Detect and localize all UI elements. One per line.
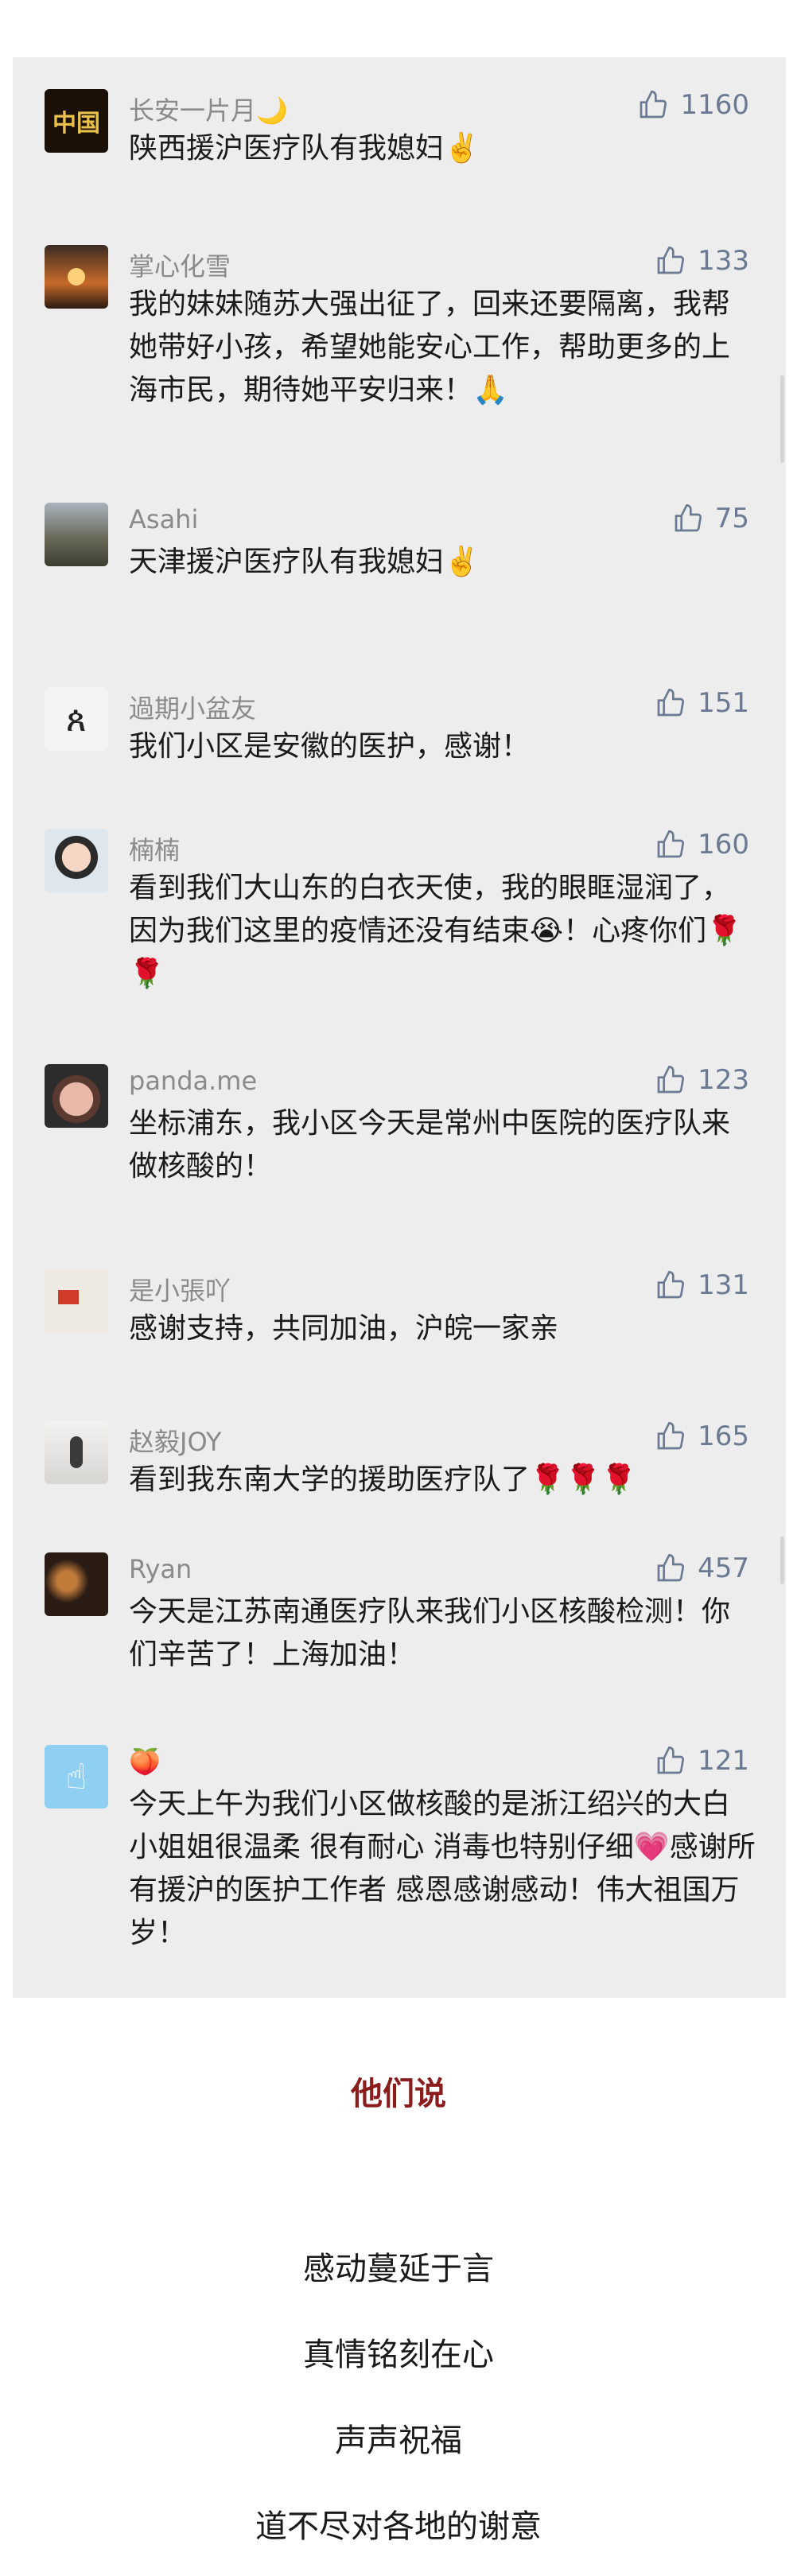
comment-username[interactable]: 赵毅JOY — [129, 1422, 221, 1459]
like-button[interactable]: 131 — [655, 1269, 749, 1301]
comment-text: 我们小区是安徽的医护，感谢！ — [129, 730, 531, 763]
comment-text: 看到我们大山东的白衣天使，我的眼眶湿润了，因为我们这里的疫情还没有结束😭！心疼你… — [129, 872, 742, 990]
like-count: 131 — [698, 1269, 749, 1301]
comment-text: 坐标浦东，我小区今天是常州中医院的医疗队来做核酸的！ — [129, 1107, 731, 1183]
comment-text: 今天是江苏南通医疗队来我们小区核酸检测！你们辛苦了！上海加油！ — [129, 1595, 731, 1671]
like-button[interactable]: 121 — [655, 1745, 749, 1777]
comment-username[interactable]: Ryan — [129, 1554, 192, 1584]
comments-scrollbar[interactable] — [778, 57, 786, 1998]
thumbs-up-icon — [657, 830, 685, 858]
like-button[interactable]: 123 — [655, 1064, 749, 1096]
thumbs-up-icon — [657, 1553, 685, 1582]
comment-text: 天津援沪医疗队有我媳妇✌️ — [129, 546, 480, 578]
like-count: 1160 — [680, 89, 749, 121]
like-button[interactable]: 165 — [655, 1420, 749, 1452]
comment-text: 看到我东南大学的援助医疗队了🌹🌹🌹 — [129, 1463, 637, 1496]
like-button[interactable]: 133 — [655, 245, 749, 277]
like-button[interactable]: 75 — [672, 503, 749, 534]
thumbs-up-icon — [657, 688, 685, 717]
person-sitting-icon[interactable] — [45, 1420, 108, 1484]
like-count: 160 — [698, 829, 749, 861]
like-count: 75 — [714, 503, 749, 534]
building-photo-icon[interactable] — [45, 503, 108, 566]
like-count: 151 — [698, 687, 749, 719]
comment-username[interactable]: 楠楠 — [129, 830, 180, 867]
section-title: 他们说 — [351, 2076, 446, 2112]
sunset-icon[interactable] — [45, 245, 108, 309]
closing-line: 真情铭刻在心 — [303, 2337, 494, 2373]
flag-icon[interactable] — [45, 1269, 108, 1333]
thumbs-up-icon — [675, 503, 702, 532]
comment-username[interactable]: 過期小盆友 — [129, 689, 256, 725]
comment-text: 今天上午为我们小区做核酸的是浙江绍兴的大白 小姐姐很温柔 很有耐心 消毒也特别仔… — [129, 1788, 756, 1949]
like-button[interactable]: 160 — [655, 829, 749, 861]
cartoon-icon[interactable]: ☝ — [45, 1745, 108, 1809]
like-count: 123 — [698, 1064, 749, 1096]
thumbs-up-icon — [657, 1065, 685, 1094]
toy-bear-icon[interactable] — [45, 1064, 108, 1128]
comment-text: 我的妹妹随苏大强出征了，回来还要隔离，我帮她带好小孩，希望她能安心工作，帮助更多… — [129, 288, 731, 406]
thumbs-up-icon — [657, 1746, 685, 1774]
like-button[interactable]: 151 — [655, 687, 749, 719]
china-poster-icon[interactable]: 中国 — [45, 89, 108, 153]
thumbs-up-icon — [657, 1421, 685, 1450]
thumbs-up-icon — [657, 1270, 685, 1299]
like-count: 165 — [698, 1420, 749, 1452]
dark-photo-icon[interactable] — [45, 1552, 108, 1616]
closing-line: 感动蔓延于言 — [303, 2251, 494, 2287]
comment-username[interactable]: 是小張吖 — [129, 1271, 231, 1307]
comment-text: 感谢支持，共同加油，沪皖一家亲 — [129, 1312, 559, 1345]
comment-text: 陕西援沪医疗队有我媳妇✌️ — [129, 132, 480, 165]
thumbs-up-icon — [640, 90, 667, 119]
comment-username[interactable]: panda.me — [129, 1066, 257, 1096]
scrollbar-thumb-lower[interactable] — [780, 1537, 784, 1584]
closing-line: 声声祝福 — [335, 2423, 462, 2459]
like-button[interactable]: 1160 — [637, 89, 749, 121]
comments-panel[interactable]: 中国 长安一片月🌙 1160 陕西援沪医疗队有我媳妇✌️ 掌心化雪 133 我的… — [13, 57, 786, 1998]
like-count: 133 — [698, 245, 749, 277]
like-button[interactable]: 457 — [655, 1552, 749, 1584]
thumbs-up-icon — [657, 246, 685, 274]
comment-username[interactable]: 掌心化雪 — [129, 247, 231, 283]
closing-line: 道不尽对各地的谢意 — [255, 2508, 542, 2545]
sketch-figure-icon[interactable]: ጰ — [45, 687, 108, 751]
comment-username[interactable]: 🍑 — [129, 1746, 161, 1777]
like-count: 457 — [698, 1552, 749, 1584]
comment-username[interactable]: Asahi — [129, 504, 198, 534]
comment-username[interactable]: 长安一片月🌙 — [129, 91, 288, 127]
like-count: 121 — [698, 1745, 749, 1777]
scrollbar-thumb[interactable] — [780, 375, 784, 463]
portrait-icon[interactable] — [45, 829, 108, 892]
